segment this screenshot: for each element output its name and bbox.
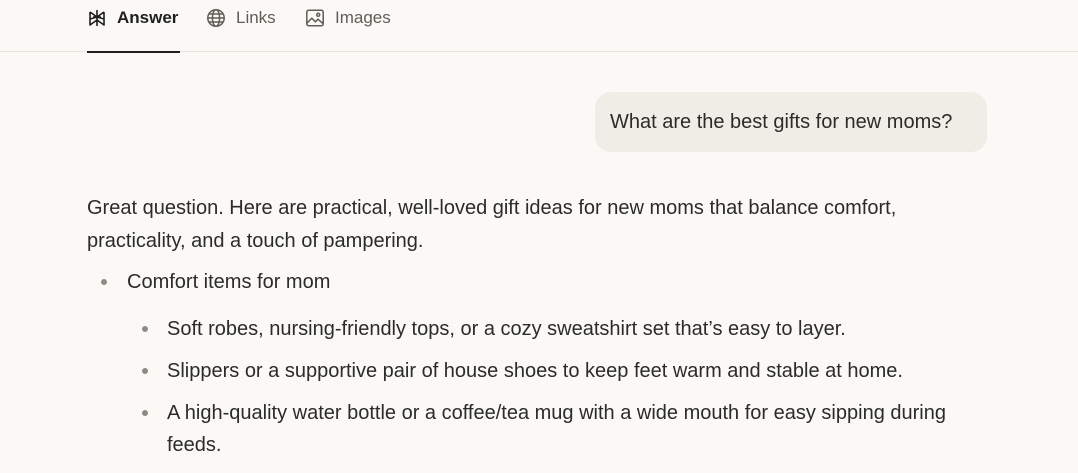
answer-body: Great question. Here are practical, well… <box>87 192 967 471</box>
perplexity-logo-icon <box>87 8 107 28</box>
user-question-bubble: What are the best gifts for new moms? <box>595 92 987 152</box>
list-item: A high-quality water bottle or a coffee/… <box>127 397 967 461</box>
bullet-icon <box>101 279 107 285</box>
bullet-icon <box>142 326 148 332</box>
bullet-icon <box>142 410 148 416</box>
tab-bar: Answer Links Images <box>0 0 1078 53</box>
tab-links[interactable]: Links <box>206 0 276 52</box>
list-item-text: A high-quality water bottle or a coffee/… <box>167 402 946 456</box>
user-question-text: What are the best gifts for new moms? <box>610 110 953 133</box>
bullet-icon <box>142 368 148 374</box>
list-item-text: Soft robes, nursing-friendly tops, or a … <box>167 318 846 340</box>
section-title: Comfort items for mom <box>127 271 331 293</box>
tab-answer[interactable]: Answer <box>87 0 180 53</box>
answer-section: Comfort items for mom Soft robes, nursin… <box>87 266 967 461</box>
tab-images-label: Images <box>335 8 391 27</box>
list-item: Slippers or a supportive pair of house s… <box>127 355 967 387</box>
list-item: Soft robes, nursing-friendly tops, or a … <box>127 313 967 345</box>
answer-intro: Great question. Here are practical, well… <box>87 197 897 252</box>
globe-icon <box>206 8 226 28</box>
answer-section-list: Comfort items for mom Soft robes, nursin… <box>87 266 967 461</box>
image-icon <box>305 8 325 28</box>
tab-links-label: Links <box>236 8 276 27</box>
tab-answer-label: Answer <box>117 8 179 27</box>
tab-images[interactable]: Images <box>305 0 391 52</box>
list-item-text: Slippers or a supportive pair of house s… <box>167 360 903 382</box>
section-item-list: Soft robes, nursing-friendly tops, or a … <box>127 313 967 461</box>
